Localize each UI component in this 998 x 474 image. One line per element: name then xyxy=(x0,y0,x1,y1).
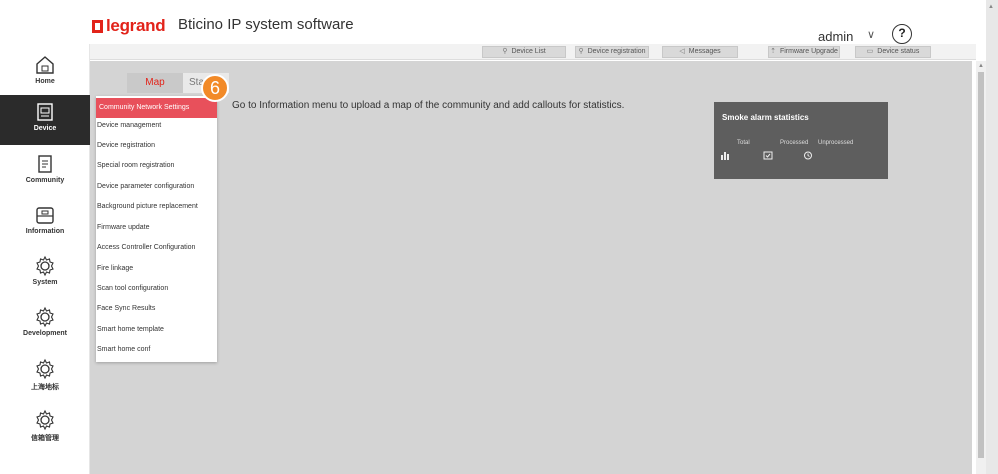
logo-text: legrand xyxy=(106,16,166,35)
menu-item-firmware-update[interactable]: Firmware update xyxy=(96,218,217,238)
scroll-thumb[interactable] xyxy=(978,72,984,458)
step-number-badge: 6 xyxy=(201,74,229,102)
header: legrand Bticino IP system software admin… xyxy=(0,0,986,44)
menu-item-fire-linkage[interactable]: Fire linkage xyxy=(96,259,217,279)
device-registration-label: Device registration xyxy=(587,48,646,55)
toolbar: ⚲ Device List ⚲ Device registration ◁ Messa… xyxy=(90,44,976,60)
upload-icon: ⇡ xyxy=(770,48,776,55)
sidebar: Home Device Community Information System… xyxy=(0,44,90,474)
menu-item-background-picture-replacement[interactable]: Background picture replacement xyxy=(96,197,217,217)
app-window: legrand Bticino IP system software admin… xyxy=(0,0,998,474)
tab-map[interactable]: Map xyxy=(127,73,183,93)
user-menu[interactable]: admin xyxy=(818,29,853,44)
firmware-upgrade-button[interactable]: ⇡ Firmware Upgrade xyxy=(768,46,840,58)
send-icon: ◁ xyxy=(679,48,685,55)
wrench-icon: ⚲ xyxy=(578,48,584,55)
menu-item-community-network-settings[interactable]: Community Network Settings xyxy=(96,98,217,118)
chevron-down-icon[interactable]: ∨ xyxy=(867,28,875,41)
legrand-logo: legrand xyxy=(92,16,166,36)
card-title: Smoke alarm statistics xyxy=(722,113,809,122)
sidebar-item-landmark[interactable]: 上海地标 xyxy=(0,352,90,402)
device-status-label: Device status xyxy=(877,48,920,55)
menu-item-access-controller-configuration[interactable]: Access Controller Configuration xyxy=(96,238,217,258)
gear-icon xyxy=(36,306,54,328)
smoke-alarm-statistics-card[interactable]: Smoke alarm statistics Total Processed U… xyxy=(714,102,888,179)
menu-item-device-management[interactable]: Device management xyxy=(96,116,217,136)
check-box-icon xyxy=(763,151,773,162)
sidebar-item-label: Development xyxy=(23,330,67,337)
menu-item-device-registration[interactable]: Device registration xyxy=(96,136,217,156)
sidebar-item-device[interactable]: Device xyxy=(0,95,90,145)
logo-mark xyxy=(92,19,103,33)
sidebar-item-system[interactable]: System xyxy=(0,249,90,299)
menu-item-scan-tool-configuration[interactable]: Scan tool configuration xyxy=(96,279,217,299)
sidebar-item-label: Information xyxy=(25,228,65,235)
menu-item-smart-home-template[interactable]: Smart home template xyxy=(96,320,217,340)
gear-icon xyxy=(36,409,54,431)
sidebar-item-community[interactable]: Community xyxy=(0,147,90,197)
sidebar-item-information[interactable]: Information xyxy=(0,198,90,248)
messages-button[interactable]: ◁ Messages xyxy=(662,46,738,58)
device-list-label: Device List xyxy=(511,48,546,55)
unprocessed-label: Unprocessed xyxy=(818,140,854,146)
sidebar-item-label: System xyxy=(32,279,58,286)
community-icon xyxy=(38,155,52,173)
sidebar-item-development[interactable]: Development xyxy=(0,300,90,350)
menu-item-special-room-registration[interactable]: Special room registration xyxy=(96,156,217,176)
help-icon[interactable]: ? xyxy=(892,24,912,44)
scroll-up-icon[interactable]: ▲ xyxy=(976,61,986,71)
clock-icon xyxy=(803,151,813,162)
device-list-button[interactable]: ⚲ Device List xyxy=(482,46,566,58)
sidebar-item-label: Community xyxy=(25,177,65,184)
scroll-up-icon[interactable]: ▲ xyxy=(988,4,994,10)
home-icon xyxy=(36,56,54,74)
window-scrollbar[interactable] xyxy=(986,0,998,474)
device-status-button[interactable]: ▭ Device status xyxy=(855,46,931,58)
processed-label: Processed xyxy=(780,140,809,146)
sidebar-item-label: 信箱管理 xyxy=(31,435,59,442)
wrench-icon: ⚲ xyxy=(502,48,508,55)
menu-item-face-sync-results[interactable]: Face Sync Results xyxy=(96,299,217,319)
sidebar-item-mailbox[interactable]: 信箱管理 xyxy=(0,403,90,453)
menu-item-device-parameter-configuration[interactable]: Device parameter configuration xyxy=(96,177,217,197)
menu-item-smart-home-conf[interactable]: Smart home conf xyxy=(96,340,217,360)
firmware-upgrade-label: Firmware Upgrade xyxy=(779,48,838,55)
device-icon xyxy=(37,103,53,121)
device-dropdown-menu: Community Network Settings Device manage… xyxy=(96,96,217,362)
gear-icon xyxy=(36,255,54,277)
sidebar-item-label: Home xyxy=(35,78,55,85)
monitor-icon: ▭ xyxy=(866,48,874,55)
sidebar-item-label: 上海地标 xyxy=(31,384,59,391)
bar-chart-icon xyxy=(720,151,730,162)
gear-icon xyxy=(36,358,54,380)
device-registration-button[interactable]: ⚲ Device registration xyxy=(575,46,649,58)
total-label: Total xyxy=(737,140,750,146)
sidebar-item-home[interactable]: Home xyxy=(0,48,90,98)
instruction-text: Go to Information menu to upload a map o… xyxy=(232,100,625,111)
app-title: Bticino IP system software xyxy=(178,16,354,33)
messages-label: Messages xyxy=(688,48,721,55)
information-icon xyxy=(36,207,54,224)
sidebar-item-label: Device xyxy=(33,125,57,132)
